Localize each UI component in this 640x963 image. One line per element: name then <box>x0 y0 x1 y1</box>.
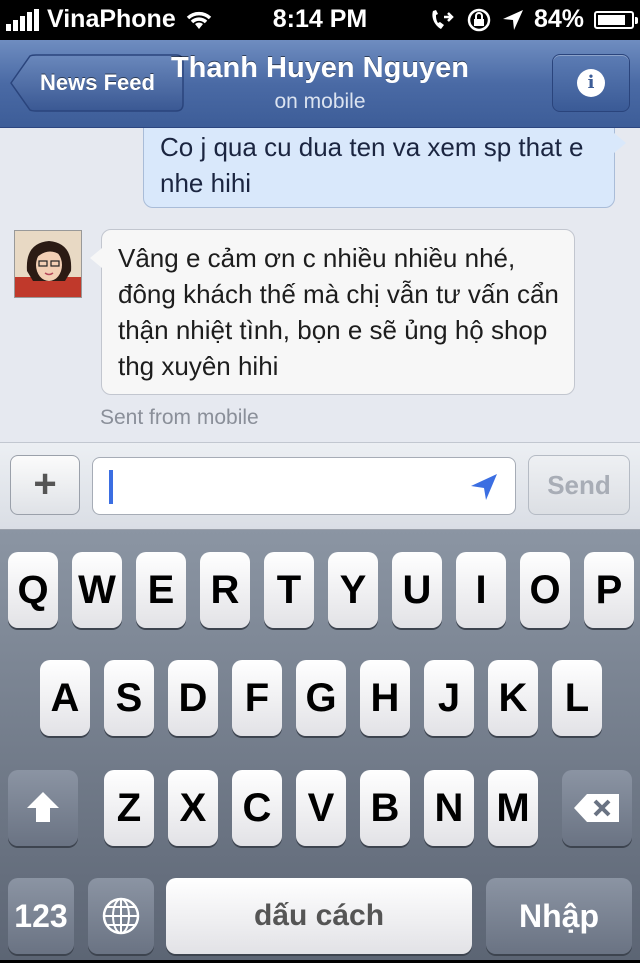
keyboard: QWERTYUIOP ASDFGHJKL ZXCVBNM 123 dấu các… <box>0 530 640 960</box>
key-z[interactable]: Z <box>104 770 154 846</box>
conversation-title: Thanh Huyen Nguyen <box>170 52 470 84</box>
globe-key[interactable] <box>88 878 154 954</box>
backspace-icon <box>574 794 619 822</box>
key-n[interactable]: N <box>424 770 474 846</box>
share-location-icon[interactable] <box>469 472 499 502</box>
shift-icon <box>27 792 59 822</box>
key-t[interactable]: T <box>264 552 314 628</box>
text-caret <box>109 470 113 504</box>
backspace-key[interactable] <box>562 770 632 846</box>
nav-bar: News Feed Thanh Huyen Nguyen on mobile i <box>0 40 640 128</box>
key-e[interactable]: E <box>136 552 186 628</box>
rotation-lock-icon <box>467 8 491 31</box>
key-h[interactable]: H <box>360 660 410 736</box>
back-button-label: News Feed <box>40 70 155 95</box>
status-bar: VinaPhone 8:14 PM 84% <box>0 0 640 40</box>
numbers-key[interactable]: 123 <box>8 878 74 954</box>
key-i[interactable]: I <box>456 552 506 628</box>
info-icon: i <box>577 69 605 97</box>
globe-icon <box>102 897 140 935</box>
call-forward-icon <box>432 9 454 29</box>
key-k[interactable]: K <box>488 660 538 736</box>
incoming-message-bubble: Vâng e cảm ơn c nhiều nhiều nhé, đông kh… <box>90 229 575 395</box>
conversation-subtitle: on mobile <box>274 90 366 113</box>
key-w[interactable]: W <box>72 552 122 628</box>
send-button[interactable]: Send <box>528 455 630 515</box>
key-q[interactable]: Q <box>8 552 58 628</box>
battery-percent: 84% <box>533 5 584 33</box>
space-key[interactable]: dấu cách <box>166 878 472 954</box>
key-o[interactable]: O <box>520 552 570 628</box>
key-c[interactable]: C <box>232 770 282 846</box>
message-thread[interactable]: Co j qua cu dua ten va xem sp that e nhe… <box>0 128 640 442</box>
key-s[interactable]: S <box>104 660 154 736</box>
key-d[interactable]: D <box>168 660 218 736</box>
message-composer: + Send <box>0 442 640 530</box>
location-icon <box>502 9 523 30</box>
key-l[interactable]: L <box>552 660 602 736</box>
key-y[interactable]: Y <box>328 552 378 628</box>
outgoing-message-bubble: Co j qua cu dua ten va xem sp that e nhe… <box>143 128 626 208</box>
key-g[interactable]: G <box>296 660 346 736</box>
key-j[interactable]: J <box>424 660 474 736</box>
battery-icon <box>594 10 638 29</box>
key-a[interactable]: A <box>40 660 90 736</box>
key-p[interactable]: P <box>584 552 634 628</box>
key-v[interactable]: V <box>296 770 346 846</box>
key-m[interactable]: M <box>488 770 538 846</box>
message-input[interactable] <box>92 457 516 515</box>
key-f[interactable]: F <box>232 660 282 736</box>
key-x[interactable]: X <box>168 770 218 846</box>
avatar[interactable] <box>14 230 82 298</box>
key-u[interactable]: U <box>392 552 442 628</box>
return-key[interactable]: Nhập <box>486 878 632 954</box>
sent-from-label: Sent from mobile <box>100 406 259 429</box>
key-b[interactable]: B <box>360 770 410 846</box>
add-attachment-button[interactable]: + <box>10 455 80 515</box>
outgoing-message-text: Co j qua cu dua ten va xem sp that e nhe… <box>160 132 584 198</box>
incoming-message-text: Vâng e cảm ơn c nhiều nhiều nhé, đông kh… <box>118 243 559 381</box>
key-r[interactable]: R <box>200 552 250 628</box>
shift-key[interactable] <box>8 770 78 846</box>
info-button[interactable]: i <box>552 54 630 112</box>
